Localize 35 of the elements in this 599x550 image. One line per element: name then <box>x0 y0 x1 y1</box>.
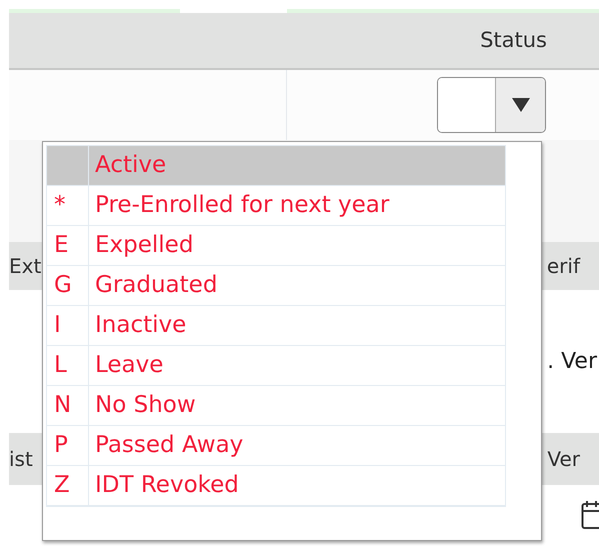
calendar-icon[interactable] <box>581 500 599 530</box>
dropdown-option[interactable]: E Expelled <box>47 226 505 266</box>
option-label: Expelled <box>95 231 194 260</box>
option-code: * <box>54 191 66 220</box>
option-label: Graduated <box>95 271 218 300</box>
option-code: Z <box>54 471 70 500</box>
dropdown-option[interactable]: * Pre-Enrolled for next year <box>47 186 505 226</box>
column-header: erif <box>546 253 580 280</box>
dropdown-option[interactable]: G Graduated <box>47 266 505 306</box>
option-label: Inactive <box>95 311 186 340</box>
dropdown-option[interactable]: Z IDT Revoked <box>47 466 505 506</box>
option-label: No Show <box>95 391 196 420</box>
status-select[interactable] <box>437 77 546 133</box>
column-header: Ext <box>9 253 42 280</box>
option-label: Pre-Enrolled for next year <box>95 191 390 220</box>
dropdown-option[interactable]: L Leave <box>47 346 505 386</box>
column-header: Ver <box>547 446 580 473</box>
dropdown-option[interactable]: P Passed Away <box>47 426 505 466</box>
caret-down-icon <box>512 98 530 112</box>
option-code: L <box>54 351 67 380</box>
option-label: Active <box>95 151 166 180</box>
option-code: N <box>54 391 72 420</box>
option-code: G <box>54 271 72 300</box>
option-code: E <box>54 231 69 260</box>
option-label: Passed Away <box>95 431 244 460</box>
column-header: Status <box>480 26 547 54</box>
column-header: ist <box>9 446 33 473</box>
dropdown-option[interactable]: Active <box>47 146 505 186</box>
option-label: IDT Revoked <box>95 471 239 500</box>
option-label: Leave <box>95 351 164 380</box>
dropdown-option[interactable]: I Inactive <box>47 306 505 346</box>
option-code: I <box>54 311 61 340</box>
dropdown-option[interactable]: N No Show <box>47 386 505 426</box>
table-cell-text: . Ver <box>547 348 597 376</box>
option-code: P <box>54 431 68 460</box>
